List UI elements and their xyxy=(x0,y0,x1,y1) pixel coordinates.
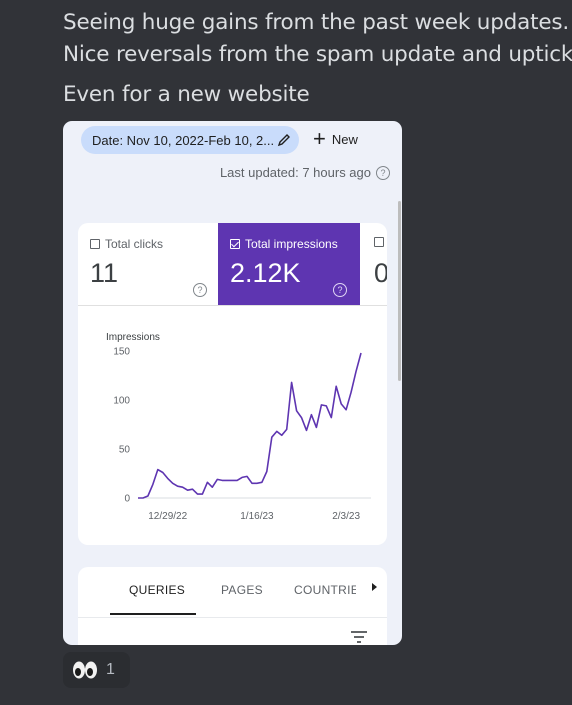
x-tick-label: 1/16/23 xyxy=(240,511,274,522)
tab-pages[interactable]: PAGES xyxy=(221,583,263,597)
x-tick-label: 2/3/23 xyxy=(332,511,360,522)
x-tick-label: 12/29/22 xyxy=(148,511,187,522)
plus-icon: + xyxy=(313,126,326,151)
checkbox-icon[interactable] xyxy=(90,239,100,249)
active-tab-indicator xyxy=(110,613,196,615)
eyes-emoji-icon xyxy=(73,661,97,679)
message-line-3: Even for a new website xyxy=(63,82,310,107)
help-icon[interactable]: ? xyxy=(333,283,347,297)
last-updated-text: Last updated: 7 hours ago xyxy=(219,165,371,180)
impressions-series-line xyxy=(138,352,362,499)
date-range-chip[interactable]: Date: Nov 10, 2022-Feb 10, 2... xyxy=(81,126,299,154)
checkbox-checked-icon[interactable] xyxy=(230,239,240,249)
message-line-2: Nice reversals from the spam update and … xyxy=(63,42,572,67)
total-clicks-metric[interactable]: Total clicks 11 ? xyxy=(78,223,218,305)
total-impressions-value: 2.12K xyxy=(230,258,301,288)
pencil-icon xyxy=(277,134,290,147)
third-metric-partial[interactable]: 0 xyxy=(370,223,387,305)
scrollbar[interactable] xyxy=(398,201,401,381)
y-tick-label: 150 xyxy=(113,347,130,358)
y-tick-label: 50 xyxy=(119,445,131,456)
impressions-chart: Impressions 0 50 100 150 12/29/22 1/16/23 2/3/2… xyxy=(78,323,387,533)
message-line-1: Seeing huge gains from the past week upd… xyxy=(63,10,569,35)
total-clicks-label: Total clicks xyxy=(105,237,164,251)
y-tick-label: 100 xyxy=(113,396,130,407)
new-button-label: New xyxy=(331,131,358,147)
total-clicks-value: 11 xyxy=(90,258,119,288)
new-button[interactable]: + New xyxy=(313,126,358,151)
divider xyxy=(78,617,387,618)
dimension-tabs-card: QUERIES PAGES COUNTRIES xyxy=(78,567,387,645)
divider xyxy=(78,305,387,306)
reaction-pill[interactable]: 1 xyxy=(63,652,130,688)
total-impressions-label: Total impressions xyxy=(245,237,338,251)
tab-queries[interactable]: QUERIES xyxy=(129,583,185,597)
performance-card: Total clicks 11 ? Total impressions 2.12… xyxy=(78,223,387,545)
last-updated: Last updated: 7 hours ago ? xyxy=(220,165,390,180)
tab-countries[interactable]: COUNTRIES xyxy=(294,583,356,597)
y-tick-label: 0 xyxy=(124,494,130,505)
search-console-screenshot: Date: Nov 10, 2022-Feb 10, 2... + New La… xyxy=(63,121,402,645)
date-range-label: Date: Nov 10, 2022-Feb 10, 2... xyxy=(92,132,275,148)
total-impressions-metric[interactable]: Total impressions 2.12K ? xyxy=(218,223,360,305)
reaction-count: 1 xyxy=(106,661,115,678)
chart-svg: Impressions 0 50 100 150 12/29/22 1/16/23 2/3/2… xyxy=(106,332,371,522)
scroll-right-arrow-icon[interactable] xyxy=(372,583,377,591)
checkbox-icon[interactable] xyxy=(374,237,384,247)
help-icon[interactable]: ? xyxy=(193,283,207,297)
filter-icon[interactable] xyxy=(350,630,368,644)
help-icon[interactable]: ? xyxy=(376,165,390,180)
y-axis-label: Impressions xyxy=(106,332,160,343)
third-metric-value: 0 xyxy=(374,258,387,288)
